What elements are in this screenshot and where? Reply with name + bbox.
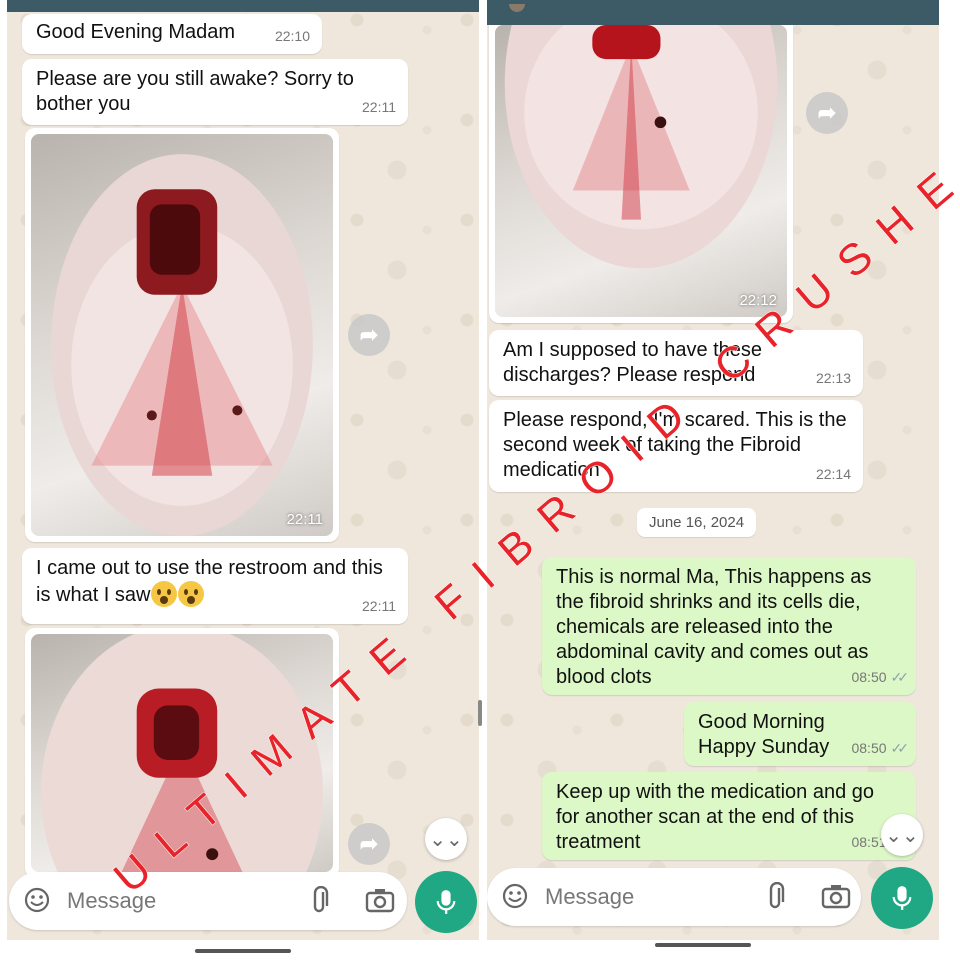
right-chat-screenshot: 22:12 ➦ Am I supposed to have these disc… [487, 0, 939, 940]
divider-handle [478, 700, 482, 726]
left-chat-screenshot: Good Evening Madam 22:10 Please are you … [7, 0, 479, 940]
message-bubble[interactable]: Good Evening Madam 22:10 [22, 14, 322, 54]
message-input[interactable]: Message [67, 888, 156, 914]
chat-header [487, 0, 939, 25]
attach-icon[interactable] [307, 886, 333, 916]
message-text: This is normal Ma, This happens as the f… [556, 566, 872, 688]
date-chip: June 16, 2024 [637, 508, 757, 537]
astonished-emoji-icon [178, 581, 205, 607]
forward-icon[interactable]: ➦ [806, 92, 848, 134]
double-check-icon: ✓✓ [890, 669, 910, 685]
message-time: 22:10 [274, 28, 310, 44]
photo-content [504, 25, 778, 269]
message-text: Keep up with the medication and go for a… [556, 781, 874, 853]
message-bubble[interactable]: Please are you still awake? Sorry to bot… [22, 59, 408, 125]
message-input-bar[interactable]: Message [9, 872, 407, 930]
message-input-bar[interactable]: Message [487, 868, 861, 926]
image-message[interactable]: 22:11 [25, 128, 339, 542]
emoji-icon[interactable] [23, 886, 51, 914]
message-text-content: I came out to use the restroom and this … [36, 557, 383, 606]
photo[interactable]: 22:11 [31, 134, 333, 536]
message-bubble[interactable]: Please respond, I'm scared. This is the … [489, 400, 863, 492]
chat-header [7, 0, 479, 12]
avatar[interactable] [509, 4, 525, 12]
mic-button[interactable] [415, 871, 477, 933]
image-message[interactable] [25, 628, 339, 878]
nav-handle[interactable] [655, 943, 751, 947]
photo-content [51, 154, 313, 536]
message-time: 08:50 [851, 669, 887, 685]
attach-icon[interactable] [763, 882, 789, 912]
message-bubble[interactable]: Am I supposed to have these discharges? … [489, 330, 863, 396]
message-input[interactable]: Message [545, 884, 634, 910]
message-time: 22:13 [815, 370, 851, 386]
mic-icon [892, 886, 912, 910]
forward-icon[interactable]: ➦ [348, 823, 390, 865]
message-text: Please respond, I'm scared. This is the … [503, 409, 847, 481]
message-status: 08:50 ✓✓ [851, 665, 910, 690]
message-time: 22:14 [815, 466, 851, 482]
outgoing-message-bubble[interactable]: Keep up with the medication and go for a… [542, 772, 916, 860]
astonished-emoji-icon [151, 581, 178, 607]
message-text: Please are you still awake? Sorry to bot… [36, 68, 354, 115]
emoji-icon[interactable] [501, 882, 529, 910]
message-time: 22:11 [362, 99, 396, 115]
photo-content [41, 634, 323, 872]
photo[interactable]: 22:12 [495, 25, 787, 317]
message-time: 08:50 [851, 740, 887, 756]
nav-handle[interactable] [195, 949, 291, 953]
double-check-icon: ✓✓ [890, 740, 910, 756]
scroll-down-icon[interactable]: ⌄⌄ [881, 814, 923, 856]
mic-button[interactable] [871, 867, 933, 929]
outgoing-message-bubble[interactable]: Good Morning Happy Sunday 08:50 ✓✓ [684, 702, 916, 766]
camera-icon[interactable] [821, 882, 851, 910]
image-time: 22:11 [286, 511, 323, 528]
photo[interactable] [31, 634, 333, 872]
mic-icon [436, 890, 456, 914]
message-text: I came out to use the restroom and this … [36, 556, 394, 608]
image-time: 22:12 [739, 292, 777, 309]
scroll-down-icon[interactable]: ⌄⌄ [425, 818, 467, 860]
message-text: Good Evening Madam [36, 21, 236, 43]
outgoing-message-bubble[interactable]: This is normal Ma, This happens as the f… [542, 557, 916, 695]
camera-icon[interactable] [365, 886, 395, 914]
message-bubble[interactable]: I came out to use the restroom and this … [22, 548, 408, 624]
forward-icon[interactable]: ➦ [348, 314, 390, 356]
image-message[interactable]: 22:12 [489, 25, 793, 323]
message-status: 08:50 ✓✓ [851, 736, 910, 761]
message-time: 22:11 [362, 598, 396, 614]
message-text: Am I supposed to have these discharges? … [503, 339, 763, 386]
